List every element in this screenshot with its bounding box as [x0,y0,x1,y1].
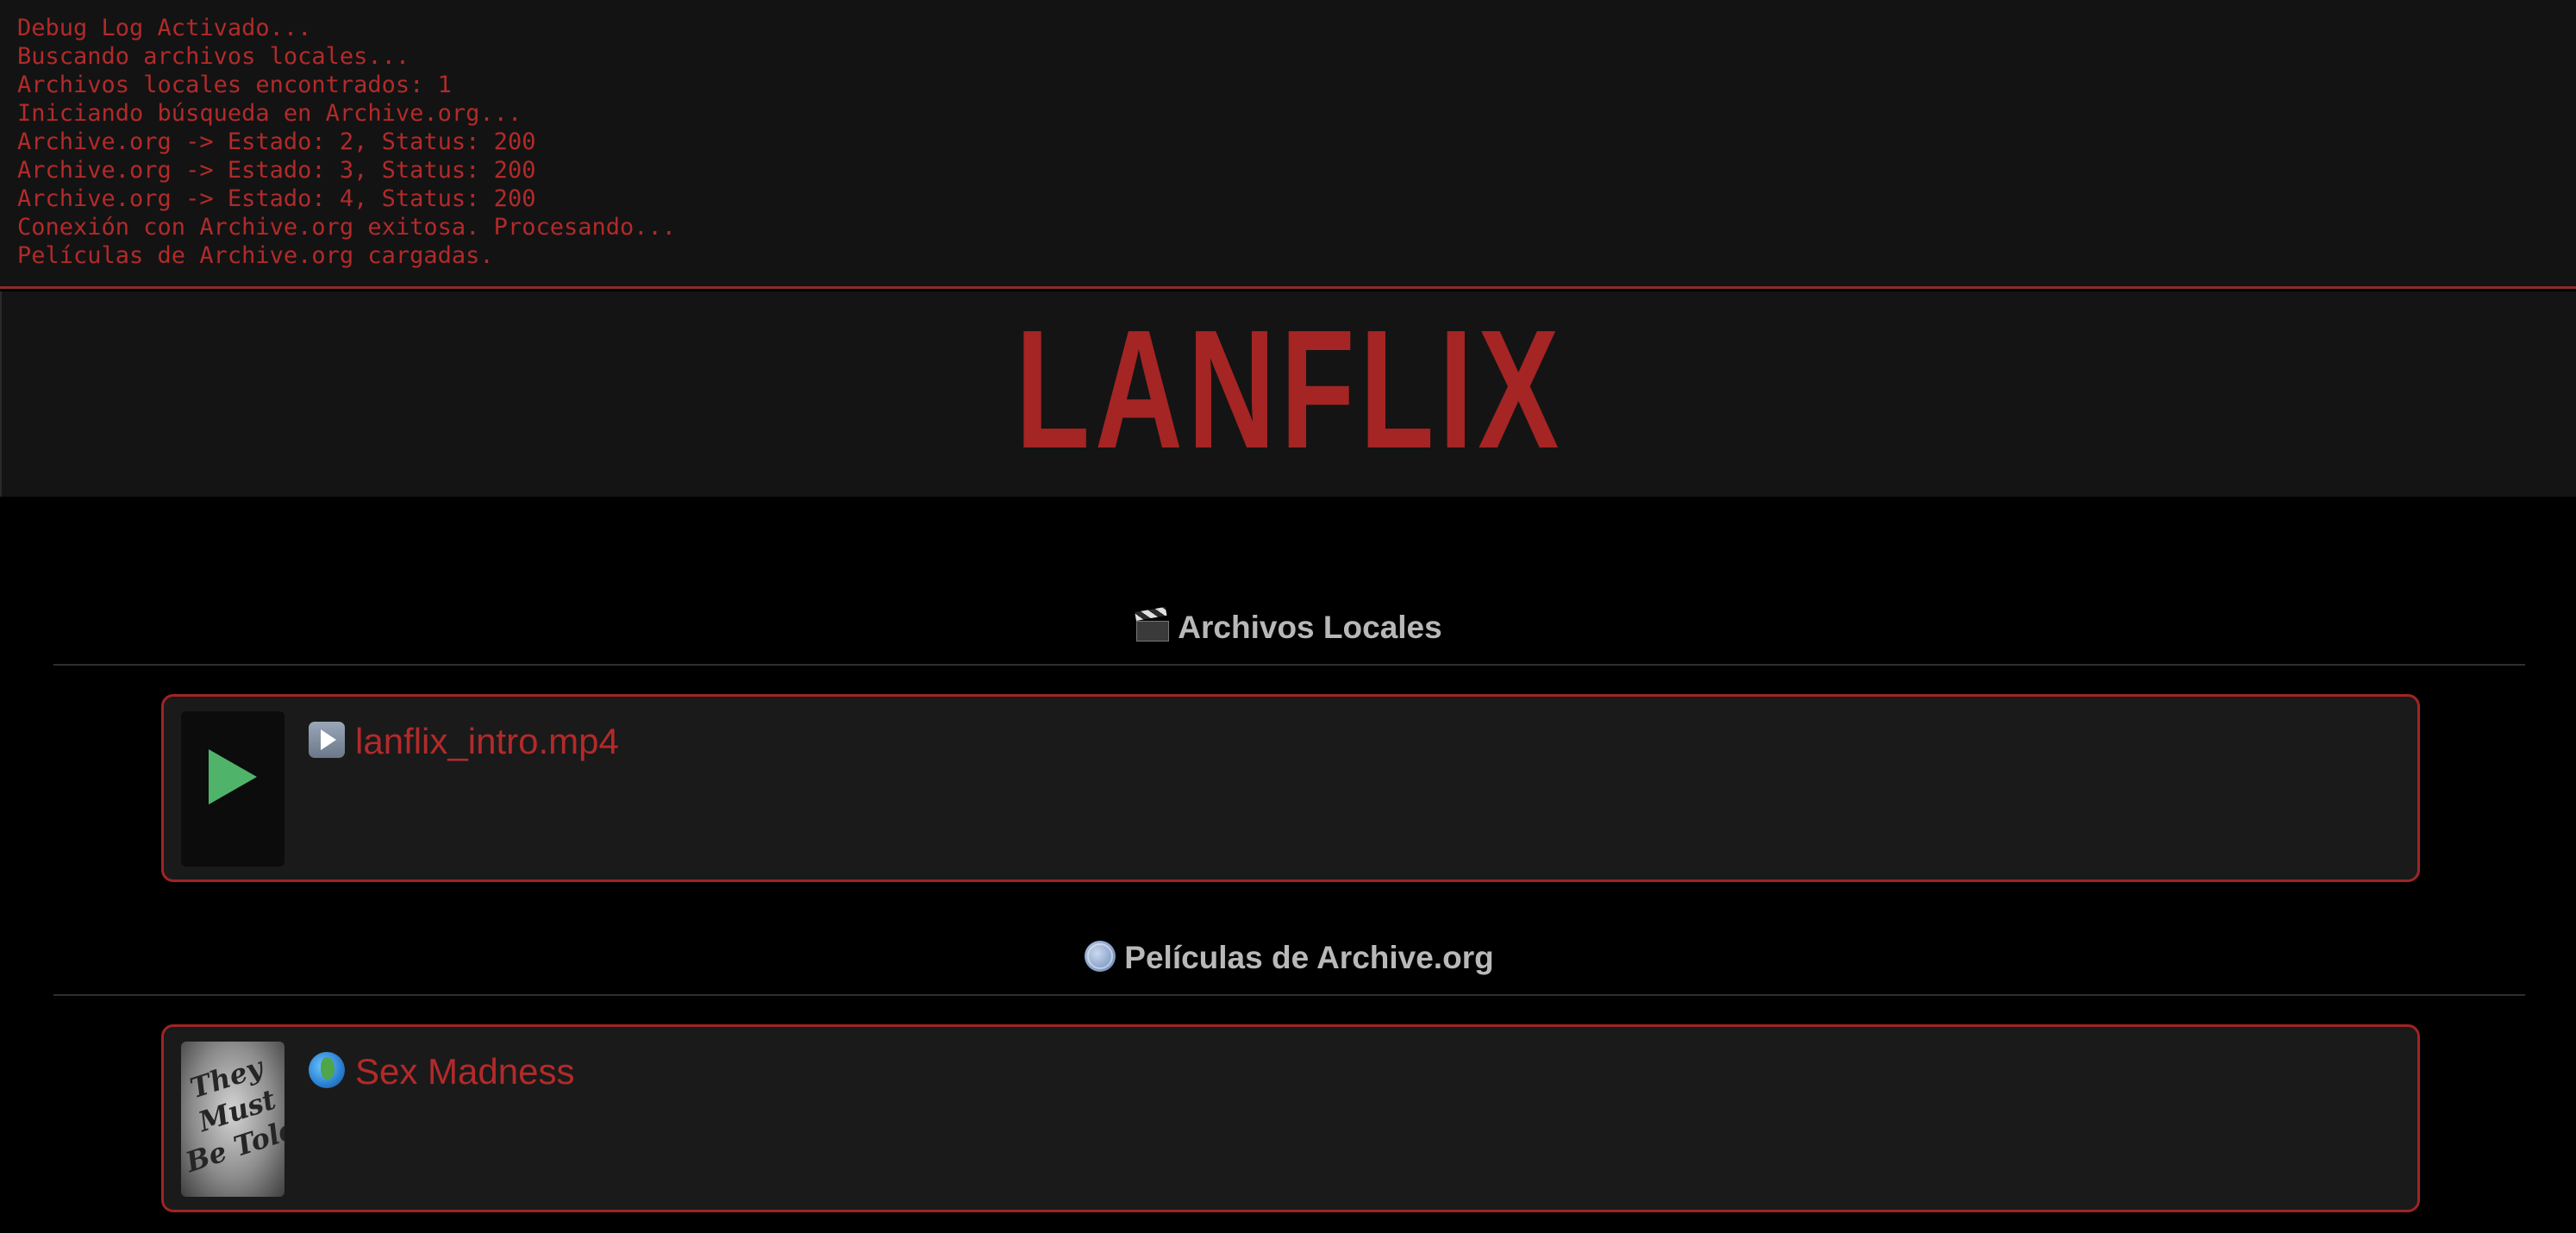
play-button-icon [309,722,345,758]
local-file-card[interactable]: lanflix_intro.mp4 [161,694,2420,882]
clapperboard-icon [1136,612,1170,642]
poster-text: They Must Be Told! [181,1050,284,1180]
card-title[interactable]: lanflix_intro.mp4 [309,719,619,764]
debug-log-panel: Debug Log Activado... Buscando archivos … [0,0,2576,289]
lanflix-logo[interactable]: LANFLIX [362,291,2216,497]
log-line: Debug Log Activado... [17,15,312,41]
card-title-text: lanflix_intro.mp4 [355,721,619,761]
log-line: Archivos locales encontrados: 1 [17,72,452,98]
section-divider [53,994,2525,996]
site-header: LANFLIX [0,291,2576,497]
archive-movie-card[interactable]: They Must Be Told! Sex Madness [161,1024,2420,1212]
log-line: Iniciando búsqueda en Archive.org... [17,100,522,127]
poster-thumbnail[interactable]: They Must Be Told! [181,1042,284,1197]
log-line: Archive.org -> Estado: 4, Status: 200 [17,185,536,212]
globe-icon [1085,941,1116,972]
section-title-archive-movies: Películas de Archive.org [53,938,2525,978]
play-icon [209,749,257,804]
log-line: Conexión con Archive.org exitosa. Proces… [17,214,677,241]
log-line: Buscando archivos locales... [17,43,410,70]
section-divider [53,664,2525,666]
section-title-text: Archivos Locales [1178,610,1442,645]
card-title-text: Sex Madness [355,1051,575,1092]
earth-globe-icon [309,1052,345,1088]
log-line: Archive.org -> Estado: 2, Status: 200 [17,128,536,155]
section-title-local-files: Archivos Locales [53,608,2525,648]
log-line: Archive.org -> Estado: 3, Status: 200 [17,157,536,184]
card-title[interactable]: Sex Madness [309,1049,574,1094]
section-title-text: Películas de Archive.org [1124,940,1494,975]
log-line: Películas de Archive.org cargadas. [17,242,494,269]
play-thumbnail[interactable] [181,711,284,867]
